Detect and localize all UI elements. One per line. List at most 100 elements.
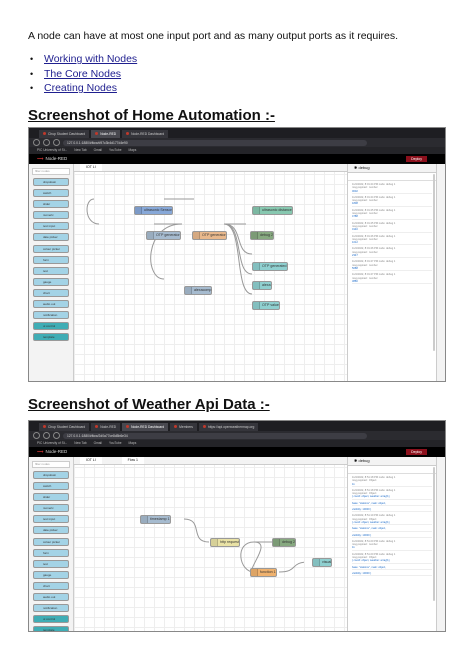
link-creating-nodes[interactable]: Creating Nodes <box>44 82 117 94</box>
palette-node[interactable]: colour picker <box>33 537 69 546</box>
flow-node[interactable]: ultrasonic distance <box>252 206 293 215</box>
bookmark[interactable]: Maps <box>129 440 137 447</box>
browser-tab[interactable]: Node-RED Dashboard <box>122 130 169 138</box>
browser-tab[interactable]: Members <box>170 423 197 431</box>
bookmark[interactable]: Gmail <box>94 147 102 154</box>
palette-filter-input[interactable]: filter nodes <box>32 168 70 175</box>
link-list: Working with Nodes The Core Nodes Creati… <box>30 52 137 96</box>
forward-icon[interactable] <box>43 432 50 439</box>
bug-icon: ✱ <box>354 458 358 463</box>
screenshot-weather-api: Chup Student Dashboard Node-RED Node-RED… <box>28 420 446 632</box>
address-bar: 127.0.0.1:1880/#flow/2d0a77ce8d5b6e34 <box>29 431 445 440</box>
back-icon[interactable] <box>33 432 40 439</box>
debug-message-line: { coord: object, weather: array[1], <box>352 559 432 564</box>
palette-node[interactable]: slider <box>33 200 69 209</box>
browser-tab[interactable]: Node-RED Dashboard <box>122 423 169 431</box>
palette-node[interactable]: chart <box>33 288 69 297</box>
bookmark[interactable]: YouTube <box>109 440 122 447</box>
intro-text: A node can have at most one input port a… <box>28 30 399 42</box>
flow-wires <box>183 518 304 573</box>
palette-node[interactable]: colour picker <box>33 244 69 253</box>
flow-node[interactable]: OTP value <box>252 301 280 310</box>
flow-node[interactable]: OTP generator <box>146 231 181 240</box>
palette-node[interactable]: form <box>33 255 69 264</box>
bookmark[interactable]: PIC University of St... <box>37 147 67 154</box>
url-input[interactable]: 127.0.0.1:1880/#flow/d97c3b4d177d4e90 <box>63 139 367 146</box>
debug-message-line: visibility: 10000 } <box>352 508 432 513</box>
deploy-button[interactable]: Deploy <box>406 449 427 455</box>
debug-message-line: 0002 <box>352 190 432 194</box>
palette-node[interactable]: text input <box>33 222 69 231</box>
nodered-header: ⟿ Node-RED Deploy <box>29 154 445 164</box>
flow-node[interactable]: debug 2 <box>272 538 296 547</box>
flow-node[interactable]: timestamp 1 <box>140 515 171 524</box>
palette-node[interactable]: ui control <box>33 615 69 624</box>
palette-node[interactable]: dropdown <box>33 178 69 186</box>
palette-node[interactable]: switch <box>33 189 69 198</box>
palette-node[interactable]: audio out <box>33 593 69 602</box>
debug-tab[interactable]: ✱ debug <box>348 457 436 466</box>
bug-icon: ✱ <box>354 165 358 170</box>
bookmark[interactable]: Gmail <box>94 440 102 447</box>
palette-node[interactable]: ui control <box>33 322 69 331</box>
reload-icon[interactable] <box>53 139 60 146</box>
palette-node[interactable]: text <box>33 266 69 275</box>
flow-node[interactable]: http request <box>210 538 240 547</box>
bookmark[interactable]: Maps <box>129 147 137 154</box>
palette-filter-input[interactable]: filter nodes <box>32 461 70 468</box>
forward-icon[interactable] <box>43 139 50 146</box>
debug-sidebar: ✱ debug 11/4/2022, 8:51:18 PM node: debu… <box>347 457 436 631</box>
palette-node[interactable]: dropdown <box>33 471 69 479</box>
palette-node[interactable]: text <box>33 559 69 568</box>
palette-node[interactable]: text input <box>33 515 69 524</box>
link-core-nodes[interactable]: The Core Nodes <box>44 68 121 80</box>
palette-node[interactable]: gauge <box>33 277 69 286</box>
browser-tab[interactable]: Chup Student Dashboard <box>39 423 90 431</box>
palette-node[interactable]: switch <box>33 482 69 491</box>
flow-node[interactable]: OTP generator <box>192 231 227 240</box>
browser-tab[interactable]: https://api.openweathermap.org <box>198 423 259 431</box>
bookmark[interactable]: New Tab <box>74 440 86 447</box>
palette-node[interactable]: numeric <box>33 211 69 220</box>
flow-node[interactable]: alexa <box>252 281 272 290</box>
palette-node[interactable]: audio out <box>33 300 69 309</box>
debug-message-line: 3880 <box>352 280 432 285</box>
palette-node[interactable]: gauge <box>33 570 69 579</box>
scrollbar[interactable] <box>433 174 435 351</box>
flow-node[interactable]: function 1 <box>250 568 277 577</box>
browser-tab[interactable]: Node-RED <box>91 423 121 431</box>
palette-node[interactable]: notification <box>33 311 69 320</box>
link-working-with-nodes[interactable]: Working with Nodes <box>44 53 137 65</box>
bookmark[interactable]: PIC University of St... <box>37 440 67 447</box>
app-name: Node-RED <box>45 156 68 161</box>
browser-tab[interactable]: Node-RED <box>91 130 121 138</box>
flow-node[interactable]: ultrasonic Sensor <box>134 206 173 215</box>
palette-node[interactable]: numeric <box>33 504 69 513</box>
debug-tab[interactable]: ✱ debug <box>348 164 436 173</box>
flow-workspace[interactable]: IOT LI ultrasonic Sensor ultrasonic dist… <box>74 164 347 381</box>
flow-node[interactable]: debug 2 <box>250 231 274 240</box>
palette-node[interactable]: date picker <box>33 233 69 242</box>
heading-weather-api: Screenshot of Weather Api Data :- <box>28 396 270 413</box>
palette-node[interactable]: date picker <box>33 526 69 535</box>
deploy-button[interactable]: Deploy <box>406 156 427 162</box>
palette-node[interactable]: notification <box>33 604 69 613</box>
bookmark[interactable]: YouTube <box>109 147 122 154</box>
palette-node[interactable]: template <box>33 626 69 631</box>
palette-node[interactable]: slider <box>33 493 69 502</box>
debug-message-line: 1012 <box>352 241 432 246</box>
palette-node[interactable]: chart <box>33 581 69 590</box>
back-icon[interactable] <box>33 139 40 146</box>
url-input[interactable]: 127.0.0.1:1880/#flow/2d0a77ce8d5b6e34 <box>63 432 367 439</box>
flow-node[interactable]: visual <box>312 558 333 567</box>
palette-node[interactable]: form <box>33 548 69 557</box>
reload-icon[interactable] <box>53 432 60 439</box>
flow-node[interactable]: OTP generated <box>252 262 288 271</box>
flow-workspace[interactable]: IOT LI Flow 1 timestamp 1 http request d… <box>74 457 347 631</box>
browser-tab[interactable]: Chup Student Dashboard <box>39 130 90 138</box>
flow-node[interactable]: alexacomp <box>184 286 213 295</box>
palette-node[interactable]: template <box>33 333 69 342</box>
debug-message-line: 2347 <box>352 254 432 259</box>
bookmark[interactable]: New Tab <box>74 147 86 154</box>
scrollbar[interactable] <box>433 467 435 601</box>
